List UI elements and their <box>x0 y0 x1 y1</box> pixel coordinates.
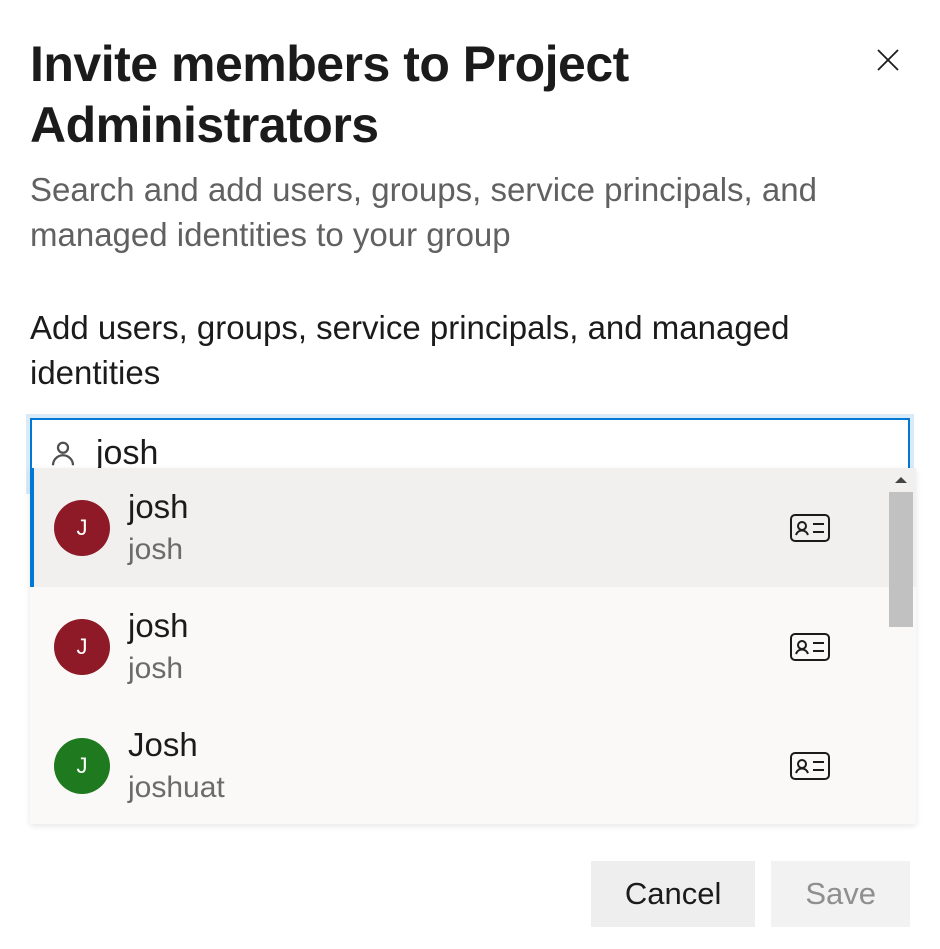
contact-card-icon <box>790 514 830 542</box>
suggestion-primary: josh <box>128 606 790 646</box>
suggestion-secondary: joshuat <box>128 769 790 807</box>
suggestion-item[interactable]: J josh josh <box>30 468 916 587</box>
close-button[interactable] <box>866 38 910 82</box>
scrollbar-thumb[interactable] <box>889 492 913 627</box>
dialog-subtitle: Search and add users, groups, service pr… <box>30 168 830 258</box>
close-icon <box>873 45 903 75</box>
suggestion-text: Josh joshuat <box>128 725 790 806</box>
search-field-label: Add users, groups, service principals, a… <box>30 306 910 396</box>
save-button[interactable]: Save <box>771 861 910 927</box>
suggestion-primary: Josh <box>128 725 790 765</box>
suggestion-text: josh josh <box>128 487 790 568</box>
cancel-button[interactable]: Cancel <box>591 861 756 927</box>
dialog-title: Invite members to Project Administrators <box>30 34 830 156</box>
scroll-up-button[interactable] <box>886 468 916 492</box>
suggestion-secondary: josh <box>128 650 790 688</box>
dialog-header: Invite members to Project Administrators… <box>30 34 910 258</box>
suggestion-item[interactable]: J josh josh <box>30 587 916 706</box>
identity-suggestions-dropdown: J josh josh J josh josh <box>30 468 916 824</box>
avatar: J <box>54 500 110 556</box>
suggestion-secondary: josh <box>128 531 790 569</box>
suggestion-primary: josh <box>128 487 790 527</box>
chevron-up-icon <box>894 475 908 485</box>
contact-card-icon <box>790 633 830 661</box>
avatar: J <box>54 738 110 794</box>
avatar: J <box>54 619 110 675</box>
suggestion-text: josh josh <box>128 606 790 687</box>
contact-card-icon <box>790 752 830 780</box>
suggestion-item[interactable]: J Josh joshuat <box>30 706 916 824</box>
dialog-footer: Cancel Save <box>591 861 910 927</box>
scrollbar-track[interactable] <box>886 492 916 824</box>
